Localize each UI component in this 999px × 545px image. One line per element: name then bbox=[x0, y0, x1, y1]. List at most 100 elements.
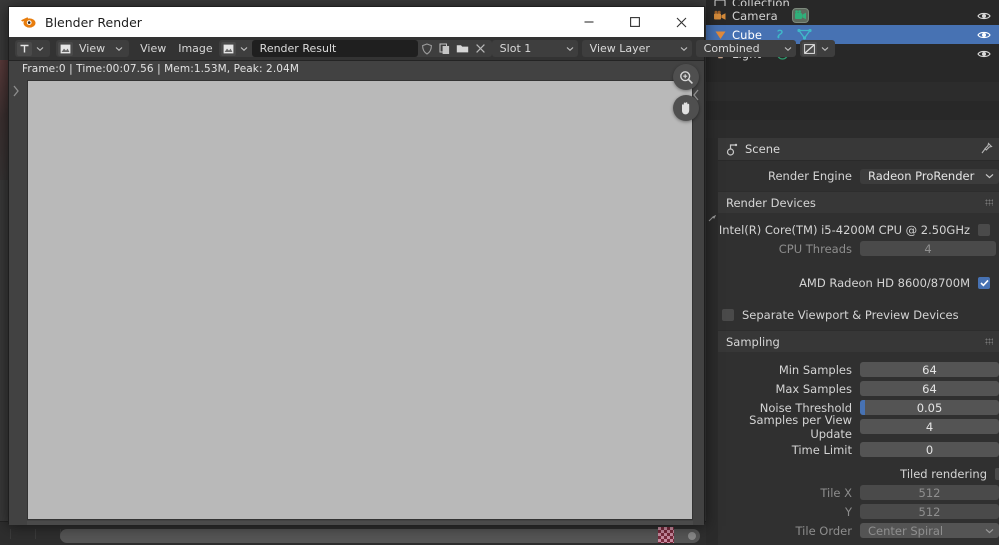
max-samples-field[interactable]: 64 bbox=[860, 381, 999, 396]
timeline-scrollbar-knob[interactable] bbox=[688, 532, 696, 540]
folder-open-icon[interactable] bbox=[454, 40, 472, 57]
chevron-down-icon[interactable] bbox=[817, 46, 833, 52]
max-samples-label: Max Samples bbox=[775, 381, 852, 396]
time-limit-field[interactable]: 0 bbox=[860, 442, 999, 457]
outliner-empty-row bbox=[706, 63, 999, 82]
time-limit-row[interactable]: Time Limit 0 bbox=[718, 440, 999, 459]
image-editor-type-icon bbox=[17, 41, 32, 56]
display-channels-selector[interactable] bbox=[799, 40, 835, 57]
tiled-rendering-row[interactable]: Tiled rendering bbox=[718, 464, 999, 483]
view-mode-dropdown-label[interactable]: View bbox=[73, 40, 111, 57]
outliner-empty-row bbox=[706, 82, 999, 101]
chevron-down-icon[interactable] bbox=[32, 46, 48, 52]
render-status-text: Frame:0 | Time:00:07.56 | Mem:1.53M, Pea… bbox=[22, 62, 299, 75]
timeline-playhead[interactable] bbox=[658, 527, 674, 543]
separate-devices-checkbox[interactable] bbox=[722, 308, 734, 321]
menu-image[interactable]: Image bbox=[172, 40, 218, 57]
view-layer-dropdown[interactable]: View Layer bbox=[581, 40, 692, 57]
editor-type-selector[interactable] bbox=[15, 40, 50, 57]
sampling-title: Sampling bbox=[726, 334, 780, 349]
render-devices-section-header[interactable]: Render Devices bbox=[718, 191, 999, 213]
visibility-eye-icon[interactable] bbox=[977, 29, 991, 41]
tile-x-value: 512 bbox=[918, 485, 941, 500]
cpu-threads-field[interactable]: 4 bbox=[860, 241, 996, 256]
render-engine-value: Radeon ProRender bbox=[868, 169, 975, 183]
min-samples-field[interactable]: 64 bbox=[860, 362, 999, 377]
visibility-eye-icon[interactable] bbox=[977, 48, 991, 60]
scene-name-label: Scene bbox=[745, 142, 781, 156]
shield-fake-user-icon[interactable] bbox=[418, 40, 436, 57]
scene-properties-icon bbox=[726, 143, 739, 156]
min-samples-value: 64 bbox=[922, 362, 937, 377]
gpu-device-row[interactable]: AMD Radeon HD 8600/8700M bbox=[718, 273, 999, 292]
window-titlebar[interactable]: Blender Render bbox=[9, 7, 704, 37]
cpu-threads-label: CPU Threads bbox=[778, 241, 852, 256]
window-controls[interactable] bbox=[566, 7, 704, 37]
pin-icon[interactable] bbox=[980, 142, 993, 155]
tiled-rendering-checkbox[interactable] bbox=[995, 467, 999, 480]
separate-devices-row[interactable]: Separate Viewport & Preview Devices bbox=[718, 305, 999, 324]
cpu-threads-row[interactable]: CPU Threads 4 bbox=[718, 239, 999, 258]
chevron-down-icon bbox=[680, 46, 688, 52]
render-pass-dropdown[interactable]: Combined bbox=[695, 40, 796, 57]
render-slot-value: Slot 1 bbox=[499, 42, 532, 55]
tiled-rendering-label: Tiled rendering bbox=[900, 466, 987, 481]
chevron-down-icon[interactable] bbox=[236, 46, 252, 52]
tile-y-row[interactable]: Y 512 bbox=[718, 502, 999, 521]
unlink-close-x-icon[interactable] bbox=[472, 40, 490, 57]
samples-per-view-update-row[interactable]: Samples per View Update 4 bbox=[718, 413, 999, 441]
outliner[interactable]: Collection Camera bbox=[706, 0, 999, 139]
image-view-mode-icon bbox=[58, 41, 73, 56]
minimize-button[interactable] bbox=[566, 7, 612, 37]
max-samples-row[interactable]: Max Samples 64 bbox=[718, 379, 999, 398]
copy-new-image-icon[interactable] bbox=[436, 40, 454, 57]
chevron-down-icon[interactable] bbox=[111, 46, 127, 52]
visibility-eye-icon[interactable] bbox=[977, 10, 991, 22]
outliner-row-extra-icons[interactable] bbox=[791, 8, 809, 23]
image-datablock-selector[interactable]: Render Result bbox=[218, 40, 492, 57]
noise-threshold-value: 0.05 bbox=[916, 400, 943, 415]
section-grip-icon bbox=[985, 199, 993, 206]
render-slot-dropdown[interactable]: Slot 1 bbox=[491, 40, 578, 57]
tile-x-field[interactable]: 512 bbox=[860, 485, 999, 500]
samples-per-view-update-label: Samples per View Update bbox=[749, 412, 852, 441]
display-channels-icon bbox=[801, 41, 817, 56]
properties-body: Scene Render Engine Radeon ProRender Ren… bbox=[718, 138, 999, 545]
scene-breadcrumb-bar[interactable]: Scene bbox=[718, 138, 999, 161]
tile-order-dropdown[interactable]: Center Spiral bbox=[860, 523, 999, 538]
sampling-section-header[interactable]: Sampling bbox=[718, 330, 999, 352]
min-samples-row[interactable]: Min Samples 64 bbox=[718, 360, 999, 379]
right-panel: Collection Camera bbox=[706, 0, 999, 545]
samples-per-view-update-field[interactable]: 4 bbox=[860, 419, 999, 434]
noise-threshold-slider[interactable]: 0.05 bbox=[860, 400, 999, 415]
timeline-scrollbar[interactable] bbox=[60, 529, 700, 543]
hand-pan-icon[interactable] bbox=[673, 95, 699, 121]
tile-order-row[interactable]: Tile Order Center Spiral bbox=[718, 521, 999, 540]
gpu-device-checkbox[interactable] bbox=[978, 276, 990, 289]
menu-view[interactable]: View bbox=[134, 40, 172, 57]
tile-y-field[interactable]: 512 bbox=[860, 504, 999, 519]
zoom-magnifier-icon[interactable] bbox=[673, 64, 699, 90]
image-name-field[interactable]: Render Result bbox=[251, 40, 418, 57]
cpu-threads-value: 4 bbox=[924, 241, 932, 256]
view-layer-value: View Layer bbox=[589, 42, 650, 55]
image-editor-toolbar[interactable]: View View Image Render Result Slot 1 Vie… bbox=[9, 37, 835, 61]
properties-tab-strip[interactable] bbox=[706, 138, 718, 545]
image-canvas-area[interactable] bbox=[9, 64, 704, 525]
close-button[interactable] bbox=[658, 7, 704, 37]
tile-x-row[interactable]: Tile X 512 bbox=[718, 483, 999, 502]
rendered-image-canvas[interactable] bbox=[27, 80, 693, 520]
maximize-button[interactable] bbox=[612, 7, 658, 37]
camera-data-icon[interactable] bbox=[791, 8, 809, 23]
tile-y-label: Y bbox=[844, 504, 852, 519]
canvas-floating-tools[interactable] bbox=[673, 64, 699, 121]
outliner-row-camera[interactable]: Camera bbox=[706, 6, 999, 25]
blender-render-window[interactable]: Blender Render View View Image Render Re… bbox=[8, 6, 835, 525]
cpu-device-checkbox[interactable] bbox=[978, 223, 990, 236]
camera-object-icon bbox=[712, 9, 728, 23]
render-engine-dropdown[interactable]: Radeon ProRender bbox=[860, 168, 999, 184]
left-sidebar-toggle-chevron-right-icon[interactable] bbox=[10, 82, 22, 100]
cpu-device-row[interactable]: Intel(R) Core(TM) i5-4200M CPU @ 2.50GHz bbox=[718, 220, 999, 239]
properties-tab-tool[interactable] bbox=[706, 208, 718, 230]
image-view-mode-selector[interactable]: View bbox=[56, 40, 130, 57]
